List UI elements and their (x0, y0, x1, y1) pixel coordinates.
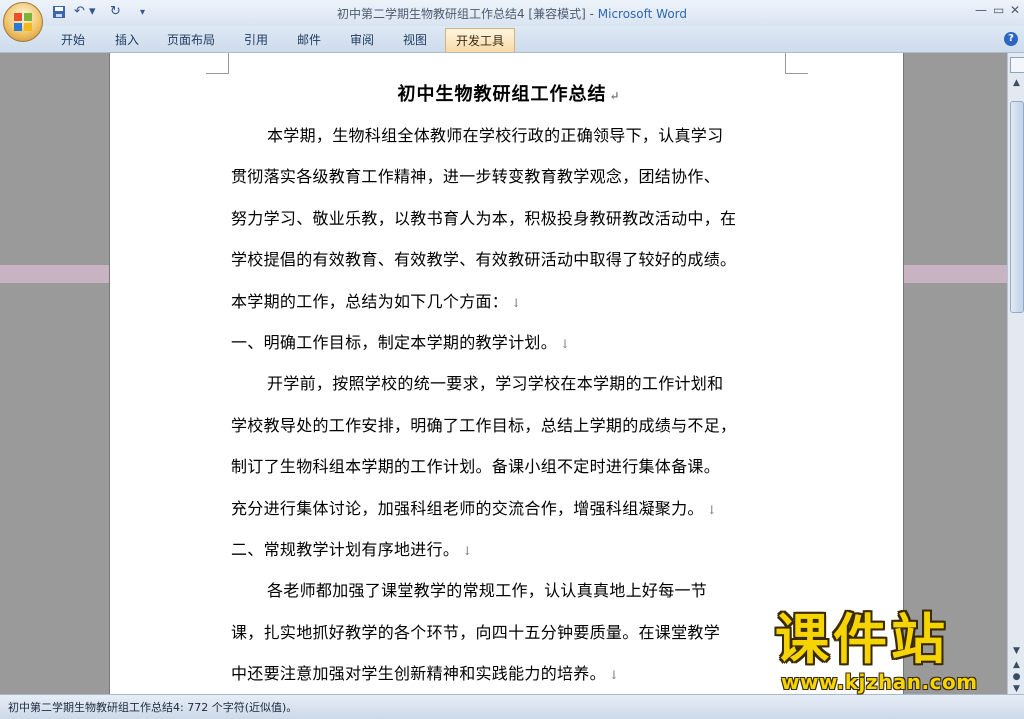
tab-developer[interactable]: 开发工具 (445, 28, 516, 52)
watermark-logo: 课件站 www.kjzhan.com (775, 608, 1005, 695)
watermark-url: www.kjzhan.com (781, 670, 978, 694)
line-break-mark: ↓ (462, 543, 473, 558)
tab-review[interactable]: 审阅 (350, 31, 374, 48)
tab-insert[interactable]: 插入 (115, 31, 139, 48)
line-break-mark: ↓ (706, 502, 718, 517)
view-ruler-icon[interactable] (1010, 57, 1024, 73)
text-line: 制订了生物科组本学期的工作计划。备课小组不定时进行集体备课。 (231, 457, 721, 477)
text-line: 各老师都加强了课堂教学的常规工作，认认真真地上好每一节 (267, 581, 708, 601)
tab-page-layout[interactable]: 页面布局 (167, 31, 215, 48)
text-line: 贯彻落实各级教育工作精神，进一步转变教育教学观念，团结协作、 (231, 167, 721, 187)
section-heading: 一、明确工作目标，制定本学期的教学计划。 ↓ (231, 332, 571, 352)
title-bar: ↶ ▾ ↻ ▾ 初中第二学期生物教研组工作总结4 [兼容模式] - Micros… (0, 0, 1024, 42)
close-icon[interactable]: ✕ (1010, 3, 1020, 17)
section-heading: 二、常规教学计划有序地进行。 ↓ (231, 539, 473, 559)
scroll-thumb[interactable] (1010, 101, 1024, 313)
status-text: 初中第二学期生物教研组工作总结4: 772 个字符(近似值)。 (8, 701, 298, 714)
app-name: Microsoft Word (597, 7, 688, 21)
status-bar: 初中第二学期生物教研组工作总结4: 772 个字符(近似值)。 (0, 694, 1024, 719)
vertical-scrollbar[interactable]: ▲ ▼ ▲ ● ▼ (1007, 53, 1024, 694)
line-break-mark: ↓ (511, 295, 522, 310)
minimize-icon[interactable]: — (975, 3, 987, 17)
office-button[interactable] (3, 2, 43, 42)
text-line: 学校提倡的有效教育、有效教学、有效教研活动中取得了较好的成绩。 (231, 250, 737, 270)
tab-home[interactable]: 开始 (61, 31, 85, 48)
text-line: 努力学习、敬业乐教，以教书育人为本，积极投身教研教改活动中，在 (231, 208, 737, 228)
scroll-down-icon[interactable]: ▼ (1010, 645, 1023, 658)
text-line: 中还要注意加强对学生创新精神和实践能力的培养。 ↓ (231, 664, 620, 684)
help-icon[interactable]: ? (1004, 32, 1018, 46)
document-title: 初中生物教研组工作总结 ↵ (397, 84, 621, 105)
ribbon-tabs: 开始 插入 页面布局 引用 邮件 审阅 视图 开发工具 ? (0, 26, 1024, 53)
tab-references[interactable]: 引用 (244, 31, 268, 48)
text-line: 本学期，生物科组全体教师在学校行政的正确领导下，认真学习 (267, 126, 724, 145)
text-line: 开学前，按照学校的统一要求，学习学校在本学期的工作计划和 (267, 374, 724, 394)
crop-mark-right (785, 53, 808, 74)
text-line: 学校教导处的工作安排，明确了工作目标，总结上学期的成绩与不足， (231, 415, 737, 435)
text-line: 本学期的工作，总结为如下几个方面： ↓ (231, 291, 522, 311)
maximize-icon[interactable]: ▭ (993, 3, 1004, 17)
text-line: 充分进行集体讨论，加强科组老师的交流合作，增强科组凝聚力。 ↓ (231, 498, 718, 518)
window-title: 初中第二学期生物教研组工作总结4 [兼容模式] - Microsoft Word (0, 5, 1024, 22)
crop-mark-left (206, 53, 229, 74)
document-name: 初中第二学期生物教研组工作总结4 [兼容模式] - (336, 7, 598, 21)
tab-view[interactable]: 视图 (403, 31, 427, 48)
tab-mailings[interactable]: 邮件 (297, 31, 321, 48)
document-page[interactable]: 初中生物教研组工作总结 ↵ 本学期，生物科组全体教师在学校行政的正确领导下，认真学… (110, 53, 903, 694)
scroll-up-icon[interactable]: ▲ (1010, 77, 1023, 90)
document-area: 初中生物教研组工作总结 ↵ 本学期，生物科组全体教师在学校行政的正确领导下，认真学… (0, 53, 1007, 694)
paragraph-mark: ↵ (609, 89, 621, 103)
text-line: 课，扎实地抓好教学的各个环节，向四十五分钟要质量。在课堂教学 (231, 622, 721, 642)
document-body[interactable]: 初中生物教研组工作总结 ↵ 本学期，生物科组全体教师在学校行政的正确领导下，认真学… (231, 75, 787, 694)
line-break-mark: ↓ (560, 336, 571, 351)
line-break-mark: ↓ (608, 668, 620, 683)
office-logo-icon (14, 13, 32, 31)
watermark-title: 课件站 (775, 608, 949, 671)
